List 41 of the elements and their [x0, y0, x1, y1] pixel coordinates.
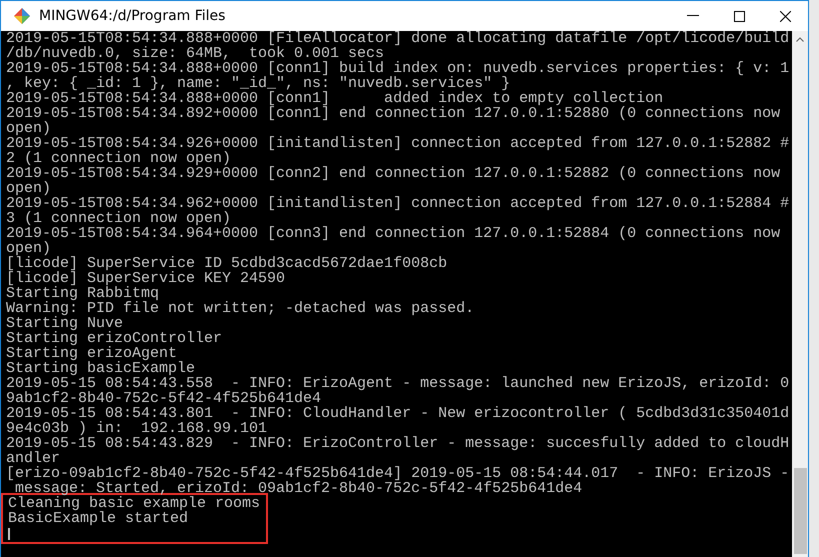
terminal-line: 2019-05-15 08:54:43.829 - INFO: ErizoController - message: succesfully added to cloudH [6, 436, 790, 451]
terminal-line: open) [6, 241, 52, 256]
terminal-line: Starting erizoAgent [6, 346, 178, 361]
terminal-line: 2019-05-15T08:54:34.926+0000 [initandlisten] connection accepted from 127.0.0.1:52882 # [6, 136, 790, 151]
terminal-line: Starting erizoController [6, 331, 224, 346]
terminal-line: Warning: PID file not written; -detached was passed. [6, 301, 476, 316]
terminal-line: [licode] SuperService KEY 24590 [6, 271, 286, 286]
terminal-line: 2019-05-15T08:54:34.888+0000 [FileAllocator] done allocating datafile /opt/licode/build [6, 31, 790, 46]
terminal-line: , key: { _id: 1 }, name: "_id_", ns: "nuvedb.services" } [6, 76, 512, 91]
terminal-line: BasicExample started [8, 511, 188, 526]
terminal-line: 2019-05-15T08:54:34.962+0000 [initandlisten] connection accepted from 127.0.0.1:52884 # [6, 196, 790, 211]
terminal-line: 2019-05-15T08:54:34.888+0000 [conn1] build index on: nuvedb.services properties: { v: 1 [6, 61, 790, 76]
terminal-line: [licode] SuperService ID 5cdbd3cacd5672dae1f008cb [6, 256, 448, 271]
terminal-line: 2019-05-15T08:54:34.888+0000 [conn1] added index to empty collection [6, 91, 664, 106]
scrollbar[interactable] [792, 31, 808, 557]
window-title: MINGW64:/d/Program Files [39, 8, 226, 24]
close-icon [780, 10, 790, 22]
terminal-line: Starting Rabbitmq [6, 286, 160, 301]
terminal-line: message: Started, erizoId: 09ab1cf2-8b40-752c-5f42-4f525b641de4 [15, 481, 584, 496]
app-logo-icon [13, 7, 31, 25]
terminal-line: 9e4c03b ) in: 192.168.99.101 [6, 421, 268, 436]
terminal-line: 9ab1cf2-8b40-752c-5f42-4f525b641de4 [6, 391, 322, 406]
terminal-line: open) [6, 121, 52, 136]
text-cursor [8, 528, 10, 540]
terminal-line: 2019-05-15T08:54:34.892+0000 [conn1] end connection 127.0.0.1:52880 (0 connections now [6, 106, 782, 121]
terminal-line: Starting basicExample [6, 361, 196, 376]
terminal-line: Starting Nuve [6, 316, 124, 331]
terminal-line: 2019-05-15T08:54:34.964+0000 [conn3] end connection 127.0.0.1:52884 (0 connections now [6, 226, 782, 241]
maximize-icon [734, 10, 744, 22]
minimize-icon [687, 15, 699, 17]
terminal-line: 2019-05-15 08:54:43.801 - INFO: CloudHandler - New erizocontroller ( 5cdbd3d31c350401d [6, 406, 790, 421]
terminal-line: 2 (1 connection now open) [6, 151, 232, 166]
terminal-line: andler [6, 451, 60, 466]
terminal-line: open) [6, 181, 52, 196]
terminal-line: 3 (1 connection now open) [6, 211, 232, 226]
terminal-line: /db/nuvedb.0, size: 64MB, took 0.001 secs [6, 46, 384, 61]
terminal-line: 2019-05-15T08:54:34.929+0000 [conn2] end connection 127.0.0.1:52882 (0 connections now [6, 166, 782, 181]
terminal-line: 2019-05-15 08:54:43.558 - INFO: ErizoAgent - message: launched new ErizoJS, erizoId: 0 [6, 376, 790, 391]
terminal-line: [erizo-09ab1cf2-8b40-752c-5f42-4f525b641de4] 2019-05-15 08:54:44.017 - INFO: ErizoJS - [6, 466, 790, 481]
terminal-line: Cleaning basic example rooms [8, 496, 262, 511]
scrollbar-thumb[interactable] [794, 468, 806, 554]
